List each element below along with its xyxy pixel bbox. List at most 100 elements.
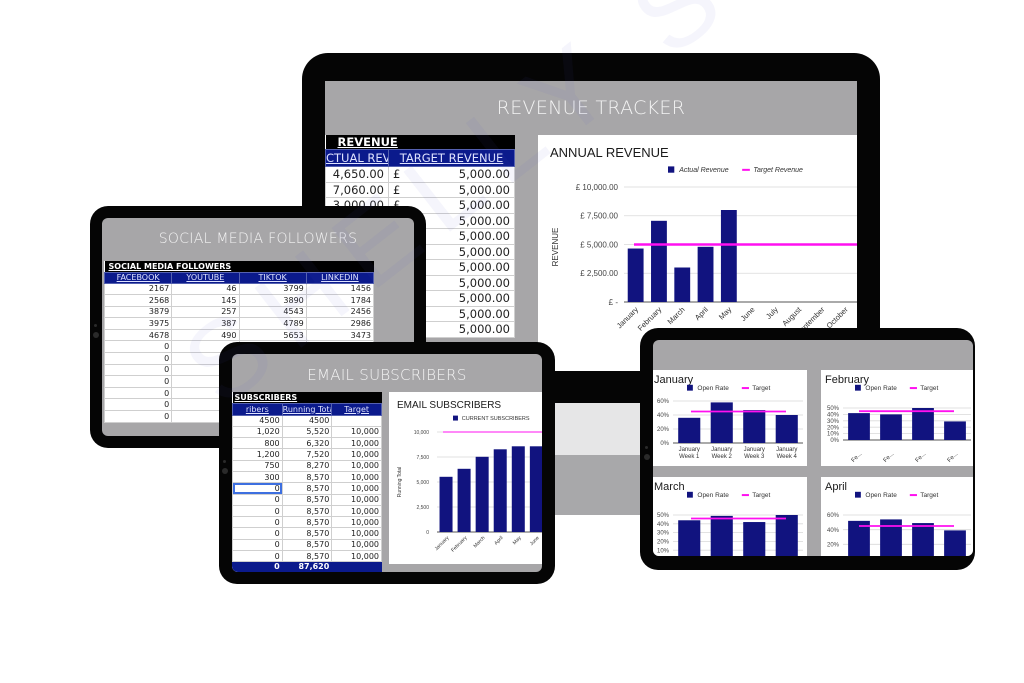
subscriber-cell[interactable]: 10,000 <box>331 504 382 518</box>
subscriber-cell[interactable]: 300 <box>232 470 283 484</box>
y-tick-label: 2,500 <box>416 505 429 511</box>
follower-cell[interactable]: 145 <box>171 294 240 307</box>
subscriber-cell[interactable]: 10,000 <box>331 459 382 472</box>
follower-cell[interactable]: 0 <box>103 363 173 377</box>
follower-cell[interactable]: 387 <box>171 317 240 330</box>
follower-cell[interactable]: 0 <box>103 386 173 400</box>
subscriber-cell[interactable]: 10,000 <box>331 550 382 563</box>
subscriber-cell[interactable]: 6,320 <box>281 437 333 450</box>
subscriber-cell[interactable]: 8,570 <box>281 527 333 540</box>
follower-cell[interactable]: 3879 <box>103 305 173 319</box>
subscriber-cell[interactable]: 0 <box>232 493 283 506</box>
subscriber-cell[interactable]: 8,270 <box>281 459 333 472</box>
follower-cell[interactable]: 1784 <box>305 294 375 307</box>
target-revenue-cell[interactable]: 5,000.00 <box>451 290 515 307</box>
follower-cell[interactable]: 3975 <box>103 317 173 330</box>
target-revenue-cell[interactable]: 5,000.00 <box>451 243 515 260</box>
follower-cell[interactable]: 4543 <box>238 305 307 319</box>
follower-cell[interactable]: 4789 <box>238 317 307 330</box>
follower-cell[interactable]: 4678 <box>103 328 173 342</box>
subscriber-cell[interactable]: 8,570 <box>281 550 333 563</box>
subscriber-cell[interactable]: 1,200 <box>232 448 283 461</box>
actual-revenue-cell[interactable]: 7,060.00 <box>325 181 389 198</box>
follower-cell[interactable]: 0 <box>103 375 173 388</box>
subscriber-cell[interactable]: 4500 <box>281 414 333 427</box>
follower-cell[interactable]: 3890 <box>238 294 307 307</box>
currency-cell[interactable]: £ <box>388 181 452 198</box>
target-revenue-cell[interactable]: 5,000.00 <box>451 228 515 245</box>
subscriber-cell[interactable]: 8,570 <box>281 493 333 506</box>
follower-cell[interactable]: 0 <box>103 410 173 423</box>
subscriber-cell[interactable]: 10,000 <box>331 482 382 495</box>
subscriber-cell[interactable]: 0 <box>232 527 283 540</box>
target-revenue-cell[interactable]: 5,000.00 <box>451 166 515 183</box>
subscriber-cell[interactable]: 10,000 <box>331 527 382 540</box>
column-header[interactable]: TARGET REVENUE <box>388 149 515 167</box>
column-header-linkedin[interactable]: LINKEDIN <box>305 271 375 284</box>
target-revenue-cell[interactable]: 5,000.00 <box>451 181 515 198</box>
follower-cell[interactable]: 0 <box>103 352 173 365</box>
subscriber-cell[interactable]: 0 <box>232 550 283 563</box>
subscriber-cell[interactable]: 0 <box>232 516 283 529</box>
subscriber-cell[interactable]: 5,520 <box>281 425 333 439</box>
subscriber-cell[interactable]: 10,000 <box>331 538 382 552</box>
follower-cell[interactable]: 2456 <box>305 305 375 319</box>
subscriber-cell[interactable]: 10,000 <box>331 493 382 506</box>
subscriber-cell[interactable]: 0 <box>232 504 283 518</box>
target-revenue-cell[interactable]: 5,000.00 <box>451 197 515 214</box>
total-cell[interactable]: 0 <box>232 561 283 572</box>
table-title[interactable]: REVENUE <box>325 135 515 150</box>
subscriber-cell[interactable]: 8,570 <box>281 538 333 552</box>
subscriber-cell[interactable]: 0 <box>232 482 283 495</box>
column-header[interactable]: CTUAL REVENUE <box>325 149 389 167</box>
target-revenue-cell[interactable]: 5,000.00 <box>451 274 515 291</box>
column-header[interactable]: Target <box>331 402 382 416</box>
follower-cell[interactable]: 257 <box>171 305 240 319</box>
follower-cell[interactable]: 2986 <box>305 317 375 330</box>
total-cell[interactable]: 87,620 <box>281 561 333 572</box>
column-header[interactable]: ribers <box>232 402 283 416</box>
column-header-facebook[interactable]: FACEBOOK <box>103 271 173 284</box>
subscriber-cell[interactable]: 750 <box>232 459 283 472</box>
subscriber-cell[interactable]: 0 <box>232 538 283 552</box>
subscriber-cell[interactable]: 1,020 <box>232 425 283 439</box>
follower-cell[interactable]: 1456 <box>305 282 375 296</box>
subscriber-cell[interactable]: 8,570 <box>281 482 333 495</box>
follower-cell[interactable]: 3799 <box>238 282 307 296</box>
column-header-youtube[interactable]: YOUTUBE <box>171 271 240 284</box>
subscriber-cell[interactable]: 800 <box>232 437 283 450</box>
subscriber-cell[interactable] <box>331 414 382 427</box>
bar <box>743 410 766 443</box>
subscriber-cell[interactable]: 8,570 <box>281 516 333 529</box>
x-tick-label: February <box>450 535 469 554</box>
subscriber-cell[interactable]: 10,000 <box>331 448 382 461</box>
follower-cell[interactable]: 3473 <box>305 328 375 342</box>
follower-cell[interactable]: 490 <box>171 328 240 342</box>
subscriber-cell[interactable]: 10,000 <box>331 425 382 439</box>
subscriber-cell[interactable]: 7,520 <box>281 448 333 461</box>
follower-cell[interactable]: 2568 <box>103 294 173 307</box>
subscriber-cell[interactable]: 10,000 <box>331 470 382 484</box>
subscriber-cell[interactable]: 8,570 <box>281 504 333 518</box>
follower-cell[interactable]: 2167 <box>103 282 173 296</box>
actual-revenue-cell[interactable]: 4,650.00 <box>325 166 389 183</box>
target-revenue-cell[interactable]: 5,000.00 <box>451 321 515 338</box>
follower-cell[interactable]: 46 <box>171 282 240 296</box>
column-header-tiktok[interactable]: TIKTOK <box>238 271 307 284</box>
subscriber-cell[interactable]: 8,570 <box>281 470 333 484</box>
table-row: 1,200 7,520 10,000 <box>232 448 382 461</box>
table-title[interactable]: SOCIAL MEDIA FOLLOWERS <box>104 261 374 272</box>
target-revenue-cell[interactable]: 5,000.00 <box>451 259 515 276</box>
subscriber-cell[interactable]: 10,000 <box>331 516 382 529</box>
total-cell[interactable] <box>331 561 382 572</box>
target-revenue-cell[interactable]: 5,000.00 <box>451 212 515 229</box>
currency-cell[interactable]: £ <box>388 166 452 183</box>
target-revenue-cell[interactable]: 5,000.00 <box>451 305 515 322</box>
table-title[interactable]: SUBSCRIBERS <box>232 392 382 403</box>
follower-cell[interactable]: 0 <box>103 398 173 412</box>
column-header[interactable]: Running Total <box>281 402 333 416</box>
follower-cell[interactable]: 5653 <box>238 328 307 342</box>
subscriber-cell[interactable]: 10,000 <box>331 437 382 450</box>
subscriber-cell[interactable]: 4500 <box>232 414 283 427</box>
follower-cell[interactable]: 0 <box>103 340 173 354</box>
